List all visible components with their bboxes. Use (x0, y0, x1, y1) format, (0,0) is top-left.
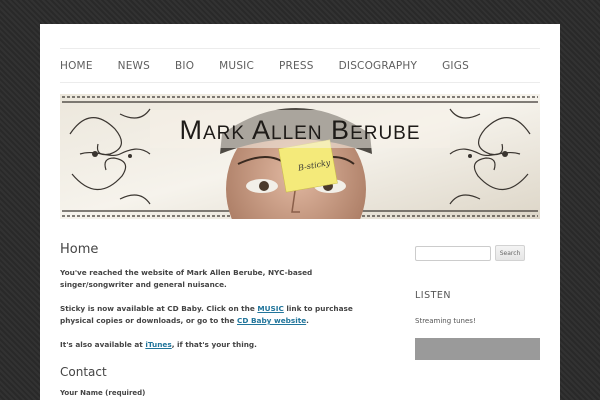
music-link[interactable]: MUSIC (257, 304, 284, 313)
page-container: HOME NEWS BIO MUSIC PRESS DISCOGRAPHY GI… (40, 24, 560, 400)
header-banner[interactable]: B-sticky Mark Allen Berube (60, 94, 540, 219)
cd-baby-link[interactable]: CD Baby website (237, 316, 306, 325)
itunes-text-1: It's also available at (60, 340, 146, 349)
sticky-text-3: . (306, 316, 309, 325)
intro-paragraph: You've reached the website of Mark Allen… (60, 268, 313, 289)
nav-item-news[interactable]: NEWS (118, 60, 150, 72)
nav-item-gigs[interactable]: GIGS (442, 60, 469, 72)
itunes-text-2: , if that's your thing. (171, 340, 257, 349)
page-title: Home (60, 242, 99, 257)
itunes-link[interactable]: iTunes (145, 340, 171, 349)
itunes-paragraph: It's also available at iTunes, if that's… (60, 339, 380, 351)
nav-item-press[interactable]: PRESS (279, 60, 314, 72)
search-form: Search (415, 245, 540, 261)
nav-item-home[interactable]: HOME (60, 60, 93, 72)
nav-item-bio[interactable]: BIO (175, 60, 194, 72)
main-nav: HOME NEWS BIO MUSIC PRESS DISCOGRAPHY GI… (60, 48, 540, 83)
search-input[interactable] (415, 245, 491, 261)
main-content: Home You've reached the website of Mark … (60, 242, 380, 397)
contact-heading: Contact (60, 365, 107, 379)
name-field-label: Your Name (required) (60, 389, 146, 397)
sticky-text-1: Sticky is now available at CD Baby. Clic… (60, 304, 258, 313)
banner-title: Mark Allen Berube (179, 115, 420, 145)
sidebar: Search LISTEN Streaming tunes! (415, 245, 540, 360)
audio-player[interactable] (415, 338, 540, 360)
sticky-paragraph: Sticky is now available at CD Baby. Clic… (60, 303, 380, 327)
nav-item-music[interactable]: MUSIC (219, 60, 254, 72)
listen-heading: LISTEN (415, 290, 452, 301)
nav-item-discography[interactable]: DISCOGRAPHY (339, 60, 417, 72)
search-button[interactable]: Search (495, 245, 525, 261)
listen-text: Streaming tunes! (415, 317, 476, 325)
